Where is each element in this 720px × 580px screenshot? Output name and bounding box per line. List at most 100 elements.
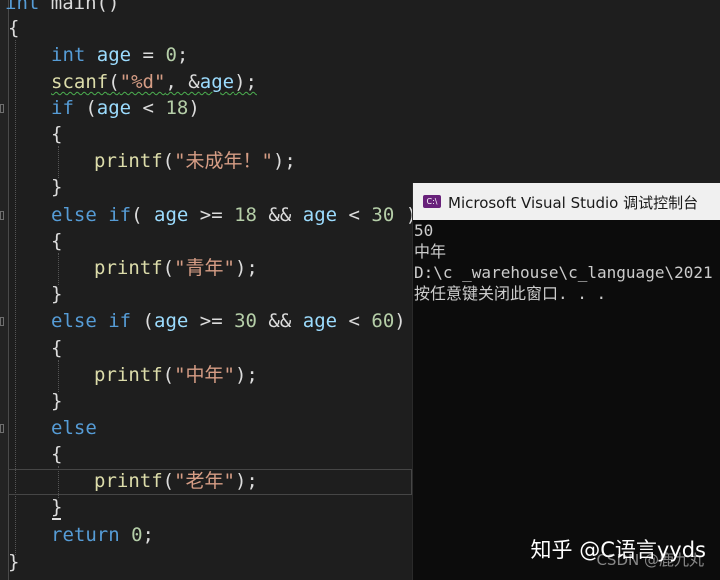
code-token: ); (234, 257, 258, 279)
code-line[interactable]: { (8, 16, 19, 40)
code-token: ( (162, 257, 175, 279)
code-line[interactable]: { (51, 442, 62, 466)
code-token: ); (272, 150, 296, 172)
keyword-token: if (108, 310, 132, 332)
code-token: < (337, 310, 372, 332)
string-token: "青年" (174, 257, 235, 279)
code-token: >= (188, 310, 235, 332)
indent-guide (58, 253, 59, 285)
fold-marker-icon[interactable] (0, 104, 4, 113)
code-line[interactable]: } (51, 495, 62, 519)
code-line[interactable]: else if (age >= 30 && age < 60) (51, 309, 406, 333)
function-token: printf (94, 364, 163, 386)
code-line[interactable]: int age = 0; (51, 43, 188, 67)
function-token: printf (94, 257, 163, 279)
fold-marker-icon[interactable] (0, 317, 4, 326)
indent-guide (58, 360, 59, 392)
code-line[interactable]: return 0; (51, 523, 154, 547)
variable-token: age (96, 97, 132, 119)
code-token: ; (176, 44, 189, 66)
console-output-line: 50 (414, 221, 434, 240)
fold-marker-icon[interactable] (0, 211, 4, 220)
code-line[interactable]: printf("未成年！"); (94, 149, 296, 173)
code-token: main() (39, 0, 120, 14)
brace-token: { (8, 17, 20, 39)
keyword-token: int (5, 0, 40, 14)
code-line[interactable]: else (51, 416, 97, 440)
variable-token: age (154, 310, 189, 332)
brace-token: { (51, 443, 63, 465)
code-line[interactable]: { (51, 122, 62, 146)
code-line[interactable]: { (51, 229, 62, 253)
console-output-line: D:\c _warehouse\c_language\2021 (414, 263, 713, 282)
number-token: 0 (165, 44, 177, 66)
code-token: ); (234, 364, 258, 386)
code-token: ; (142, 524, 154, 546)
variable-token: age (302, 310, 338, 332)
code-token: < (131, 97, 166, 119)
brace-token: { (51, 337, 63, 359)
code-token: ( (162, 470, 175, 492)
brace-token: { (51, 123, 63, 145)
number-token: 30 (234, 310, 257, 332)
code-token: ); (234, 71, 257, 93)
keyword-token: if (108, 204, 132, 226)
code-token: ); (234, 470, 258, 492)
code-token: , & (165, 71, 200, 93)
string-token: "中年" (174, 364, 235, 386)
console-output-line: 中年 (414, 242, 447, 261)
csdn-watermark: CSDN @鹿九丸 (596, 551, 704, 569)
code-line[interactable]: } (51, 282, 62, 306)
code-line[interactable]: } (8, 550, 19, 574)
code-line[interactable]: printf("老年"); (94, 469, 258, 493)
code-token: && (256, 310, 303, 332)
variable-token: age (154, 204, 189, 226)
code-token: ( (108, 71, 120, 93)
string-token: "未成年！" (174, 150, 273, 172)
code-token: ( (162, 150, 175, 172)
keyword-token: else (51, 204, 97, 226)
number-token: 60 (371, 310, 395, 332)
brace-token: } (51, 390, 63, 412)
code-line[interactable]: scanf("%d", &age); (51, 70, 257, 94)
code-line[interactable]: printf("青年"); (94, 256, 258, 280)
code-line[interactable]: else if( age >= 18 && age < 30 ) (51, 203, 417, 227)
brace-token: { (51, 230, 63, 252)
string-token: "%d" (119, 71, 166, 93)
brace-token: } (8, 551, 20, 573)
code-token: >= (188, 204, 235, 226)
fold-marker-icon[interactable] (0, 424, 4, 433)
code-token: ( (131, 204, 154, 226)
code-line[interactable]: int main() (5, 0, 119, 15)
brace-token: } (51, 176, 63, 198)
variable-token: age (96, 44, 132, 66)
code-token: ) (188, 97, 200, 119)
console-title: Microsoft Visual Studio 调试控制台 (448, 194, 699, 212)
console-titlebar[interactable]: C:\ Microsoft Visual Studio 调试控制台 (413, 183, 720, 220)
keyword-token: return (51, 524, 120, 546)
code-token: ) (394, 310, 406, 332)
code-line[interactable]: printf("中年"); (94, 363, 258, 387)
code-line[interactable]: } (51, 389, 62, 413)
keyword-token: else (51, 417, 97, 439)
keyword-token: else (51, 310, 97, 332)
visual-studio-icon: C:\ (423, 195, 441, 208)
code-line[interactable]: { (51, 336, 62, 360)
number-token: 18 (165, 97, 189, 119)
console-output-line: 按任意键关闭此窗口. . . (414, 284, 607, 303)
number-token: 30 (371, 204, 395, 226)
indent-guide (58, 146, 59, 178)
function-token: printf (94, 470, 163, 492)
variable-token: age (199, 71, 235, 93)
text-caret (52, 518, 61, 520)
debug-console-window[interactable]: C:\ Microsoft Visual Studio 调试控制台 50 中年 … (412, 183, 720, 580)
brace-token: } (51, 496, 63, 518)
number-token: 18 (234, 204, 257, 226)
code-line[interactable]: if (age < 18) (51, 96, 200, 120)
keyword-token: int (51, 44, 86, 66)
code-line[interactable]: } (51, 175, 62, 199)
